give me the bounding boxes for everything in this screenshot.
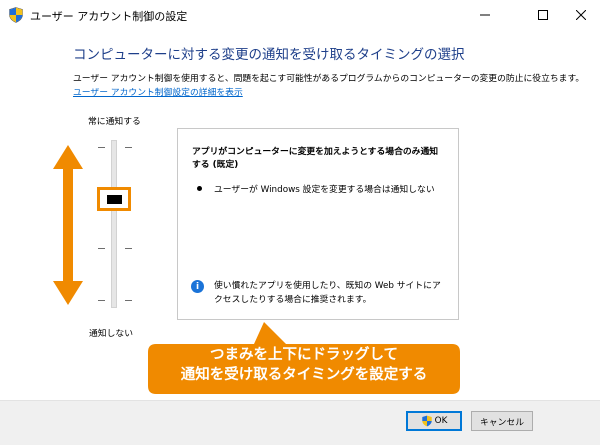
close-button[interactable] [562,0,600,30]
slider-tick [125,300,132,301]
ok-button[interactable]: OK [406,411,462,431]
bullet-icon [197,186,202,191]
level-bullet-text: ユーザーが Windows 設定を変更する場合は通知しない [214,185,435,195]
callout-line-1: つまみを上下にドラッグして [209,347,399,363]
cancel-label: キャンセル [480,417,524,428]
slider-bottom-label: 通知しない [89,329,133,339]
instruction-callout: つまみを上下にドラッグして 通知を受け取るタイミングを設定する [148,322,460,394]
details-link[interactable]: ユーザー アカウント制御設定の詳細を表示 [73,85,243,98]
page-title: コンピューターに対する変更の通知を受け取るタイミングの選択 [73,47,465,63]
level-description-panel: アプリがコンピューターに変更を加えようとする場合のみ通知する (既定) ユーザー… [177,128,459,320]
slider-thumb[interactable] [107,195,122,204]
level-title: アプリがコンピューターに変更を加えようとする場合のみ通知する (既定) [192,147,439,170]
slider-top-label: 常に通知する [88,117,141,127]
uac-shield-icon [9,7,23,23]
maximize-icon [538,10,548,20]
ok-label: OK [434,416,448,426]
slider-tick [125,147,132,148]
slider-tick [125,248,132,249]
slider-thumb-highlight[interactable] [97,187,131,211]
notification-slider-track[interactable] [111,140,117,308]
slider-tick [98,248,105,249]
callout-text: つまみを上下にドラッグして 通知を受け取るタイミングを設定する [148,345,460,385]
title-bar: ユーザー アカウント制御の設定 [0,0,600,30]
minimize-button[interactable] [462,0,508,30]
uac-shield-icon [421,415,432,427]
recommendation-note: 使い慣れたアプリを使用したり、既知の Web サイトにアクセスしたりする場合に推… [214,281,441,305]
info-icon: i [191,280,204,293]
dialog-footer: OK キャンセル [0,400,600,445]
minimize-icon [480,14,490,16]
callout-line-2: 通知を受け取るタイミングを設定する [180,367,428,383]
cancel-button[interactable]: キャンセル [471,411,533,431]
description-text: ユーザー アカウント制御を使用すると、問題を起こす可能性があるプログラムからのコ… [73,74,585,84]
close-icon [576,10,586,20]
window-title: ユーザー アカウント制御の設定 [30,10,188,23]
maximize-button[interactable] [520,0,566,30]
slider-tick [98,300,105,301]
double-arrow-icon [53,145,83,305]
slider-tick [98,147,105,148]
